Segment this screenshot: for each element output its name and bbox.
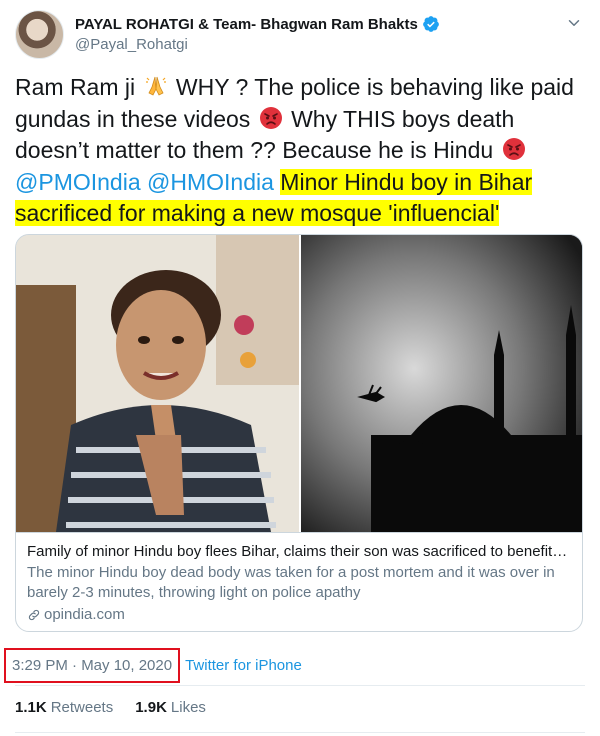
verified-badge-icon bbox=[422, 16, 439, 32]
card-images bbox=[16, 235, 582, 532]
likes-stat[interactable]: 1.9K Likes bbox=[135, 699, 206, 716]
card-domain-label: opindia.com bbox=[44, 606, 125, 623]
angry-face-emoji-icon bbox=[259, 106, 282, 129]
tweet-meta: 3:29 PM · May 10, 2020 Twitter for iPhon… bbox=[4, 648, 302, 683]
card-body: Family of minor Hindu boy flees Bihar, c… bbox=[16, 532, 582, 631]
divider bbox=[15, 685, 585, 686]
boy-photo bbox=[16, 235, 299, 532]
angry-face-emoji-icon bbox=[502, 138, 525, 160]
link-icon bbox=[28, 609, 40, 621]
handle[interactable]: @Payal_Rohatgi bbox=[75, 36, 440, 53]
mention-pmoindia-link[interactable]: @PMOIndia bbox=[15, 169, 141, 195]
divider bbox=[15, 732, 585, 733]
link-card[interactable]: Family of minor Hindu boy flees Bihar, c… bbox=[15, 234, 583, 632]
card-title[interactable]: Family of minor Hindu boy flees Bihar, c… bbox=[27, 542, 571, 562]
avatar[interactable] bbox=[15, 10, 64, 59]
chevron-down-icon[interactable] bbox=[565, 14, 583, 32]
timestamp[interactable]: 3:29 PM · May 10, 2020 bbox=[4, 648, 181, 683]
display-name[interactable]: PAYAL ROHATGI & Team- Bhagwan Ram Bhakts bbox=[75, 16, 418, 33]
likes-count: 1.9K bbox=[135, 699, 167, 716]
retweets-label: Retweets bbox=[50, 699, 114, 716]
card-domain: opindia.com bbox=[27, 605, 571, 625]
mention-hmoindia-link[interactable]: @HMOIndia bbox=[147, 169, 274, 195]
tweet-stats: 1.1K Retweets 1.9K Likes bbox=[15, 699, 206, 716]
card-description: The minor Hindu boy dead body was taken … bbox=[27, 564, 555, 601]
folded-hands-emoji-icon bbox=[145, 76, 166, 96]
retweets-stat[interactable]: 1.1K Retweets bbox=[15, 699, 113, 716]
tweet-text: Ram Ram ji WHY ? The police is behaving … bbox=[15, 72, 590, 230]
source-link[interactable]: Twitter for iPhone bbox=[185, 657, 302, 674]
retweets-count: 1.1K bbox=[15, 699, 47, 716]
likes-label: Likes bbox=[170, 699, 206, 716]
author-names: PAYAL ROHATGI & Team- Bhagwan Ram Bhakts… bbox=[75, 15, 440, 53]
tweet-text-part: Ram Ram ji bbox=[15, 74, 136, 100]
mosque-silhouette-photo bbox=[301, 235, 582, 532]
tweet-header: PAYAL ROHATGI & Team- Bhagwan Ram Bhakts… bbox=[15, 10, 585, 60]
